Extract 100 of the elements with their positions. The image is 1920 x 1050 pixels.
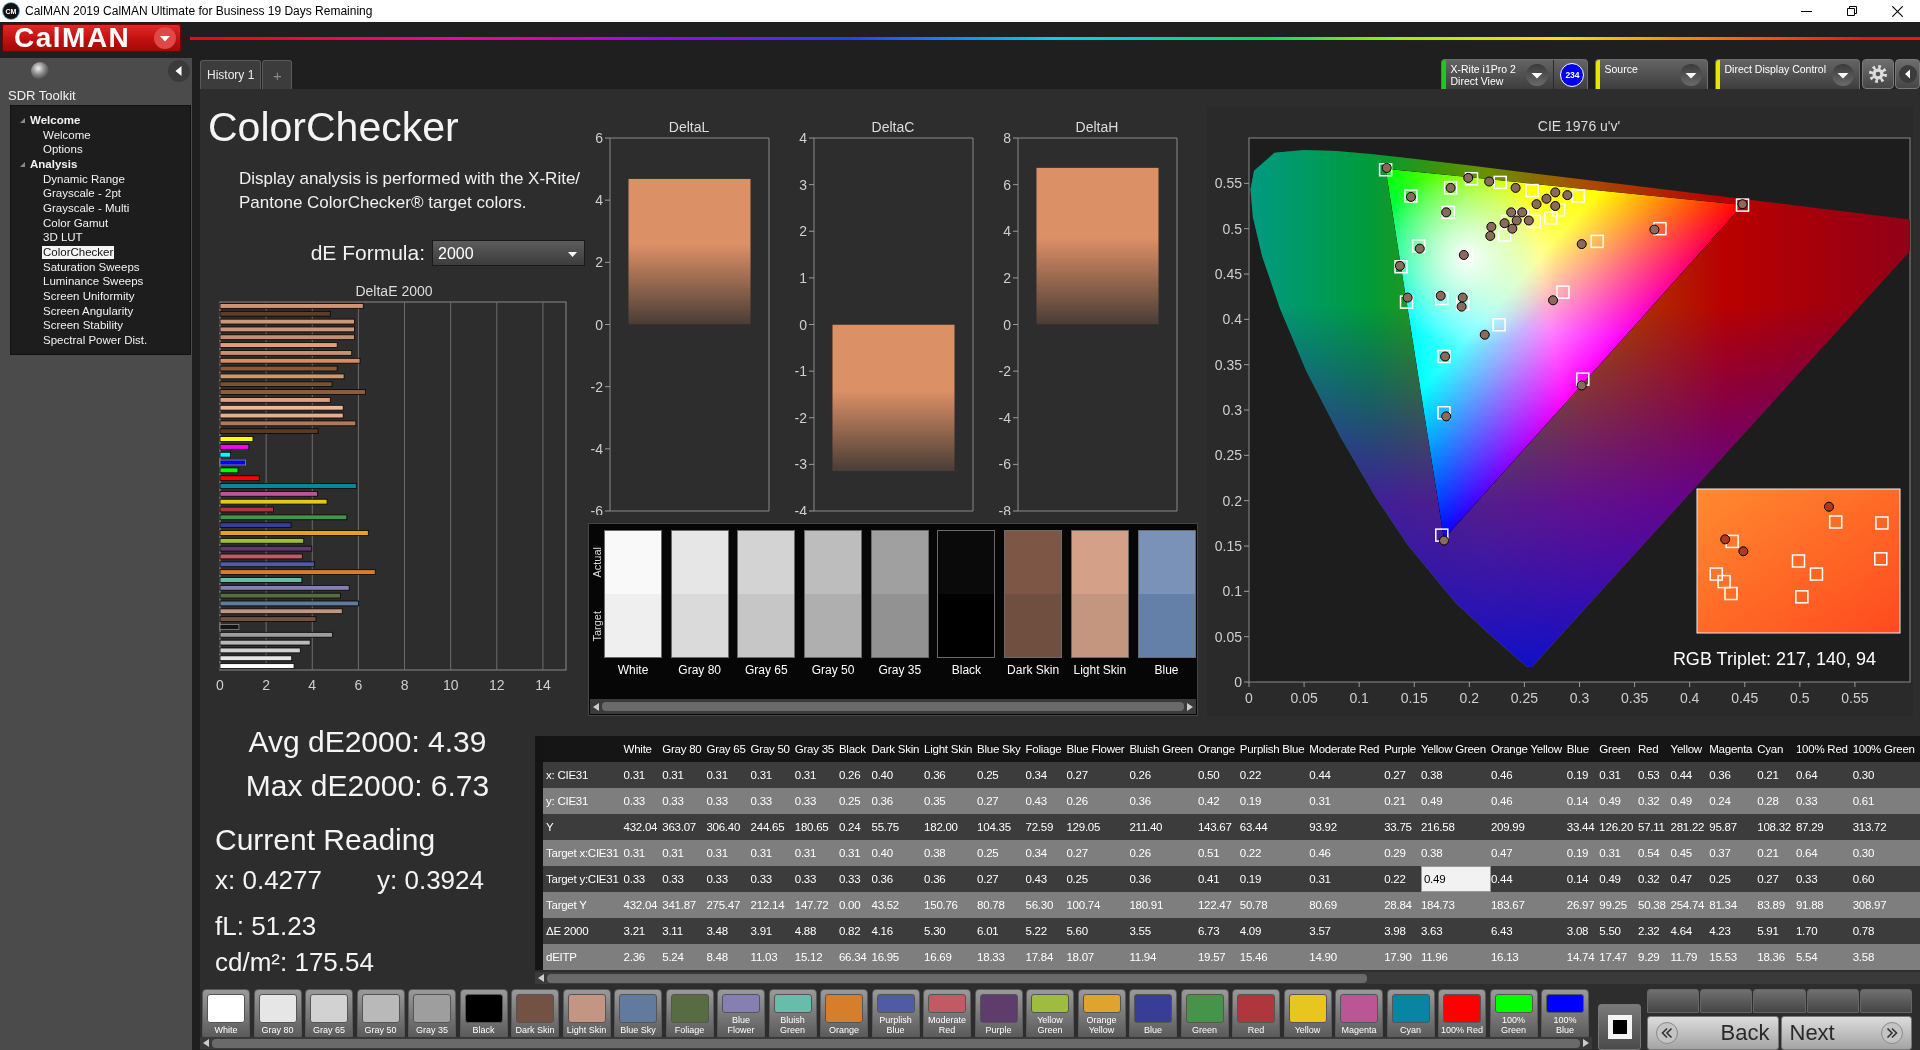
table-cell[interactable]: 0.33 — [706, 866, 751, 892]
table-cell[interactable]: 0.29 — [1384, 840, 1421, 866]
table-cell[interactable]: 0.49 — [1420, 788, 1491, 814]
patch-button[interactable]: Blue — [1129, 989, 1177, 1037]
tree-item[interactable]: Grayscale - 2pt — [42, 187, 122, 201]
table-cell[interactable]: 0.24 — [1709, 788, 1758, 814]
table-cell[interactable]: 0.27 — [977, 788, 1026, 814]
patch-button[interactable]: Orange — [820, 989, 868, 1037]
tree-item[interactable]: Luminance Sweeps — [42, 275, 145, 289]
table-cell[interactable]: 93.92 — [1309, 814, 1385, 840]
table-cell[interactable]: 0.33 — [750, 788, 795, 814]
table-cell[interactable]: 17.90 — [1384, 944, 1421, 970]
table-cell[interactable]: 0.32 — [1638, 788, 1671, 814]
table-cell[interactable]: 3.98 — [1384, 918, 1421, 944]
table-cell[interactable]: 0.42 — [1197, 788, 1240, 814]
table-cell[interactable]: 0.38 — [1420, 762, 1491, 788]
table-cell[interactable]: 432.04 — [623, 892, 663, 918]
table-cell[interactable]: 4.23 — [1709, 918, 1758, 944]
table-cell[interactable]: 108.32 — [1757, 814, 1796, 840]
table-cell[interactable]: 87.29 — [1795, 814, 1853, 840]
table-cell[interactable]: 0.26 — [1129, 840, 1198, 866]
table-cell[interactable]: 0.14 — [1566, 866, 1600, 892]
table-cell[interactable]: 11.79 — [1670, 944, 1710, 970]
table-cell[interactable]: 216.58 — [1420, 814, 1491, 840]
patch-button[interactable]: Black — [459, 989, 508, 1037]
back-button[interactable]: Back — [1647, 1016, 1779, 1050]
table-cell[interactable]: 0.38 — [1420, 840, 1491, 866]
patch-button[interactable]: Yellow Green — [1026, 989, 1074, 1037]
table-cell[interactable]: 9.29 — [1638, 944, 1671, 970]
table-cell[interactable]: 0.49 — [1420, 866, 1491, 892]
patch-button[interactable]: 100% Green — [1489, 989, 1538, 1037]
table-cell[interactable]: 0.30 — [1852, 762, 1920, 788]
table-cell[interactable]: 0.54 — [1638, 840, 1671, 866]
add-tab-button[interactable]: + — [262, 60, 293, 89]
horizontal-scrollbar[interactable] — [200, 1037, 1592, 1049]
horizontal-scrollbar[interactable] — [590, 699, 1196, 714]
table-cell[interactable]: 91.88 — [1795, 892, 1853, 918]
table-cell[interactable]: 0.44 — [1309, 762, 1385, 788]
table-cell[interactable]: 100.74 — [1066, 892, 1130, 918]
table-cell[interactable]: 0.33 — [662, 788, 707, 814]
patch-button[interactable]: Orange Yellow — [1077, 989, 1126, 1037]
table-cell[interactable]: 0.38 — [924, 840, 978, 866]
table-cell[interactable]: 5.24 — [662, 944, 707, 970]
table-cell[interactable]: 0.33 — [838, 866, 872, 892]
patch-button[interactable]: Gray 50 — [356, 989, 405, 1037]
table-cell[interactable]: 16.13 — [1490, 944, 1567, 970]
table-cell[interactable]: 0.31 — [750, 762, 795, 788]
table-cell[interactable]: 0.41 — [1197, 866, 1240, 892]
table-cell[interactable]: 95.87 — [1709, 814, 1758, 840]
device-dropdown[interactable]: Direct Display Control — [1715, 59, 1860, 89]
table-cell[interactable]: 0.36 — [871, 788, 925, 814]
table-cell[interactable]: 3.58 — [1852, 944, 1920, 970]
table-cell[interactable]: 0.21 — [1757, 840, 1796, 866]
tree-item[interactable]: Screen Stability — [42, 319, 124, 333]
table-cell[interactable]: 363.07 — [662, 814, 707, 840]
table-cell[interactable]: 0.19 — [1239, 788, 1310, 814]
table-cell[interactable]: 18.36 — [1757, 944, 1796, 970]
table-cell[interactable]: 99.25 — [1599, 892, 1639, 918]
table-cell[interactable]: 16.95 — [871, 944, 925, 970]
app-menu-button[interactable]: CalMAN — [2, 24, 181, 52]
patch-button[interactable]: 100% Blue — [1541, 989, 1589, 1037]
scrollbar-thumb[interactable] — [212, 1038, 1580, 1048]
table-cell[interactable]: 80.78 — [977, 892, 1026, 918]
next-button[interactable]: Next — [1780, 1016, 1912, 1050]
table-cell[interactable]: 308.97 — [1852, 892, 1920, 918]
table-cell[interactable]: 0.36 — [924, 762, 978, 788]
patch-button[interactable]: Moderate Red — [923, 989, 971, 1037]
table-cell[interactable]: 0.45 — [1670, 840, 1710, 866]
scrollbar-thumb[interactable] — [547, 973, 1367, 983]
table-cell[interactable]: 0.27 — [977, 866, 1026, 892]
left-arrow-icon[interactable] — [538, 974, 544, 982]
table-cell[interactable]: 0.34 — [1025, 840, 1067, 866]
tree-item[interactable]: Color Gamut — [42, 216, 110, 230]
table-cell[interactable]: 0.32 — [1638, 866, 1671, 892]
patch-button[interactable]: Purplish Blue — [871, 989, 920, 1037]
table-cell[interactable]: 275.47 — [706, 892, 751, 918]
table-cell[interactable]: 0.22 — [1239, 840, 1310, 866]
patch-button[interactable]: Gray 35 — [408, 989, 456, 1037]
table-cell[interactable]: 0.33 — [1795, 788, 1853, 814]
table-cell[interactable]: 0.36 — [1129, 866, 1198, 892]
tree-item[interactable]: Spectral Power Dist. — [42, 334, 149, 348]
table-cell[interactable]: 57.11 — [1638, 814, 1671, 840]
table-cell[interactable]: 0.33 — [794, 866, 839, 892]
table-cell[interactable]: 14.90 — [1309, 944, 1385, 970]
table-cell[interactable]: 50.78 — [1239, 892, 1310, 918]
table-cell[interactable]: 66.34 — [838, 944, 872, 970]
table-cell[interactable]: 3.57 — [1309, 918, 1385, 944]
table-cell[interactable]: 0.21 — [1384, 788, 1421, 814]
patch-button[interactable]: Yellow — [1283, 989, 1332, 1037]
table-cell[interactable]: 0.43 — [1025, 866, 1067, 892]
table-cell[interactable]: 0.19 — [1566, 840, 1600, 866]
table-cell[interactable]: 72.59 — [1025, 814, 1067, 840]
table-cell[interactable]: 180.65 — [794, 814, 839, 840]
table-cell[interactable]: 0.26 — [1066, 788, 1130, 814]
tree-item[interactable]: Screen Uniformity — [42, 290, 136, 304]
table-cell[interactable]: 244.65 — [750, 814, 795, 840]
left-caret-icon[interactable] — [168, 60, 190, 82]
table-cell[interactable]: 0.44 — [1670, 762, 1710, 788]
table-cell[interactable]: 0.31 — [623, 840, 663, 866]
patch-button[interactable]: Red — [1232, 989, 1280, 1037]
